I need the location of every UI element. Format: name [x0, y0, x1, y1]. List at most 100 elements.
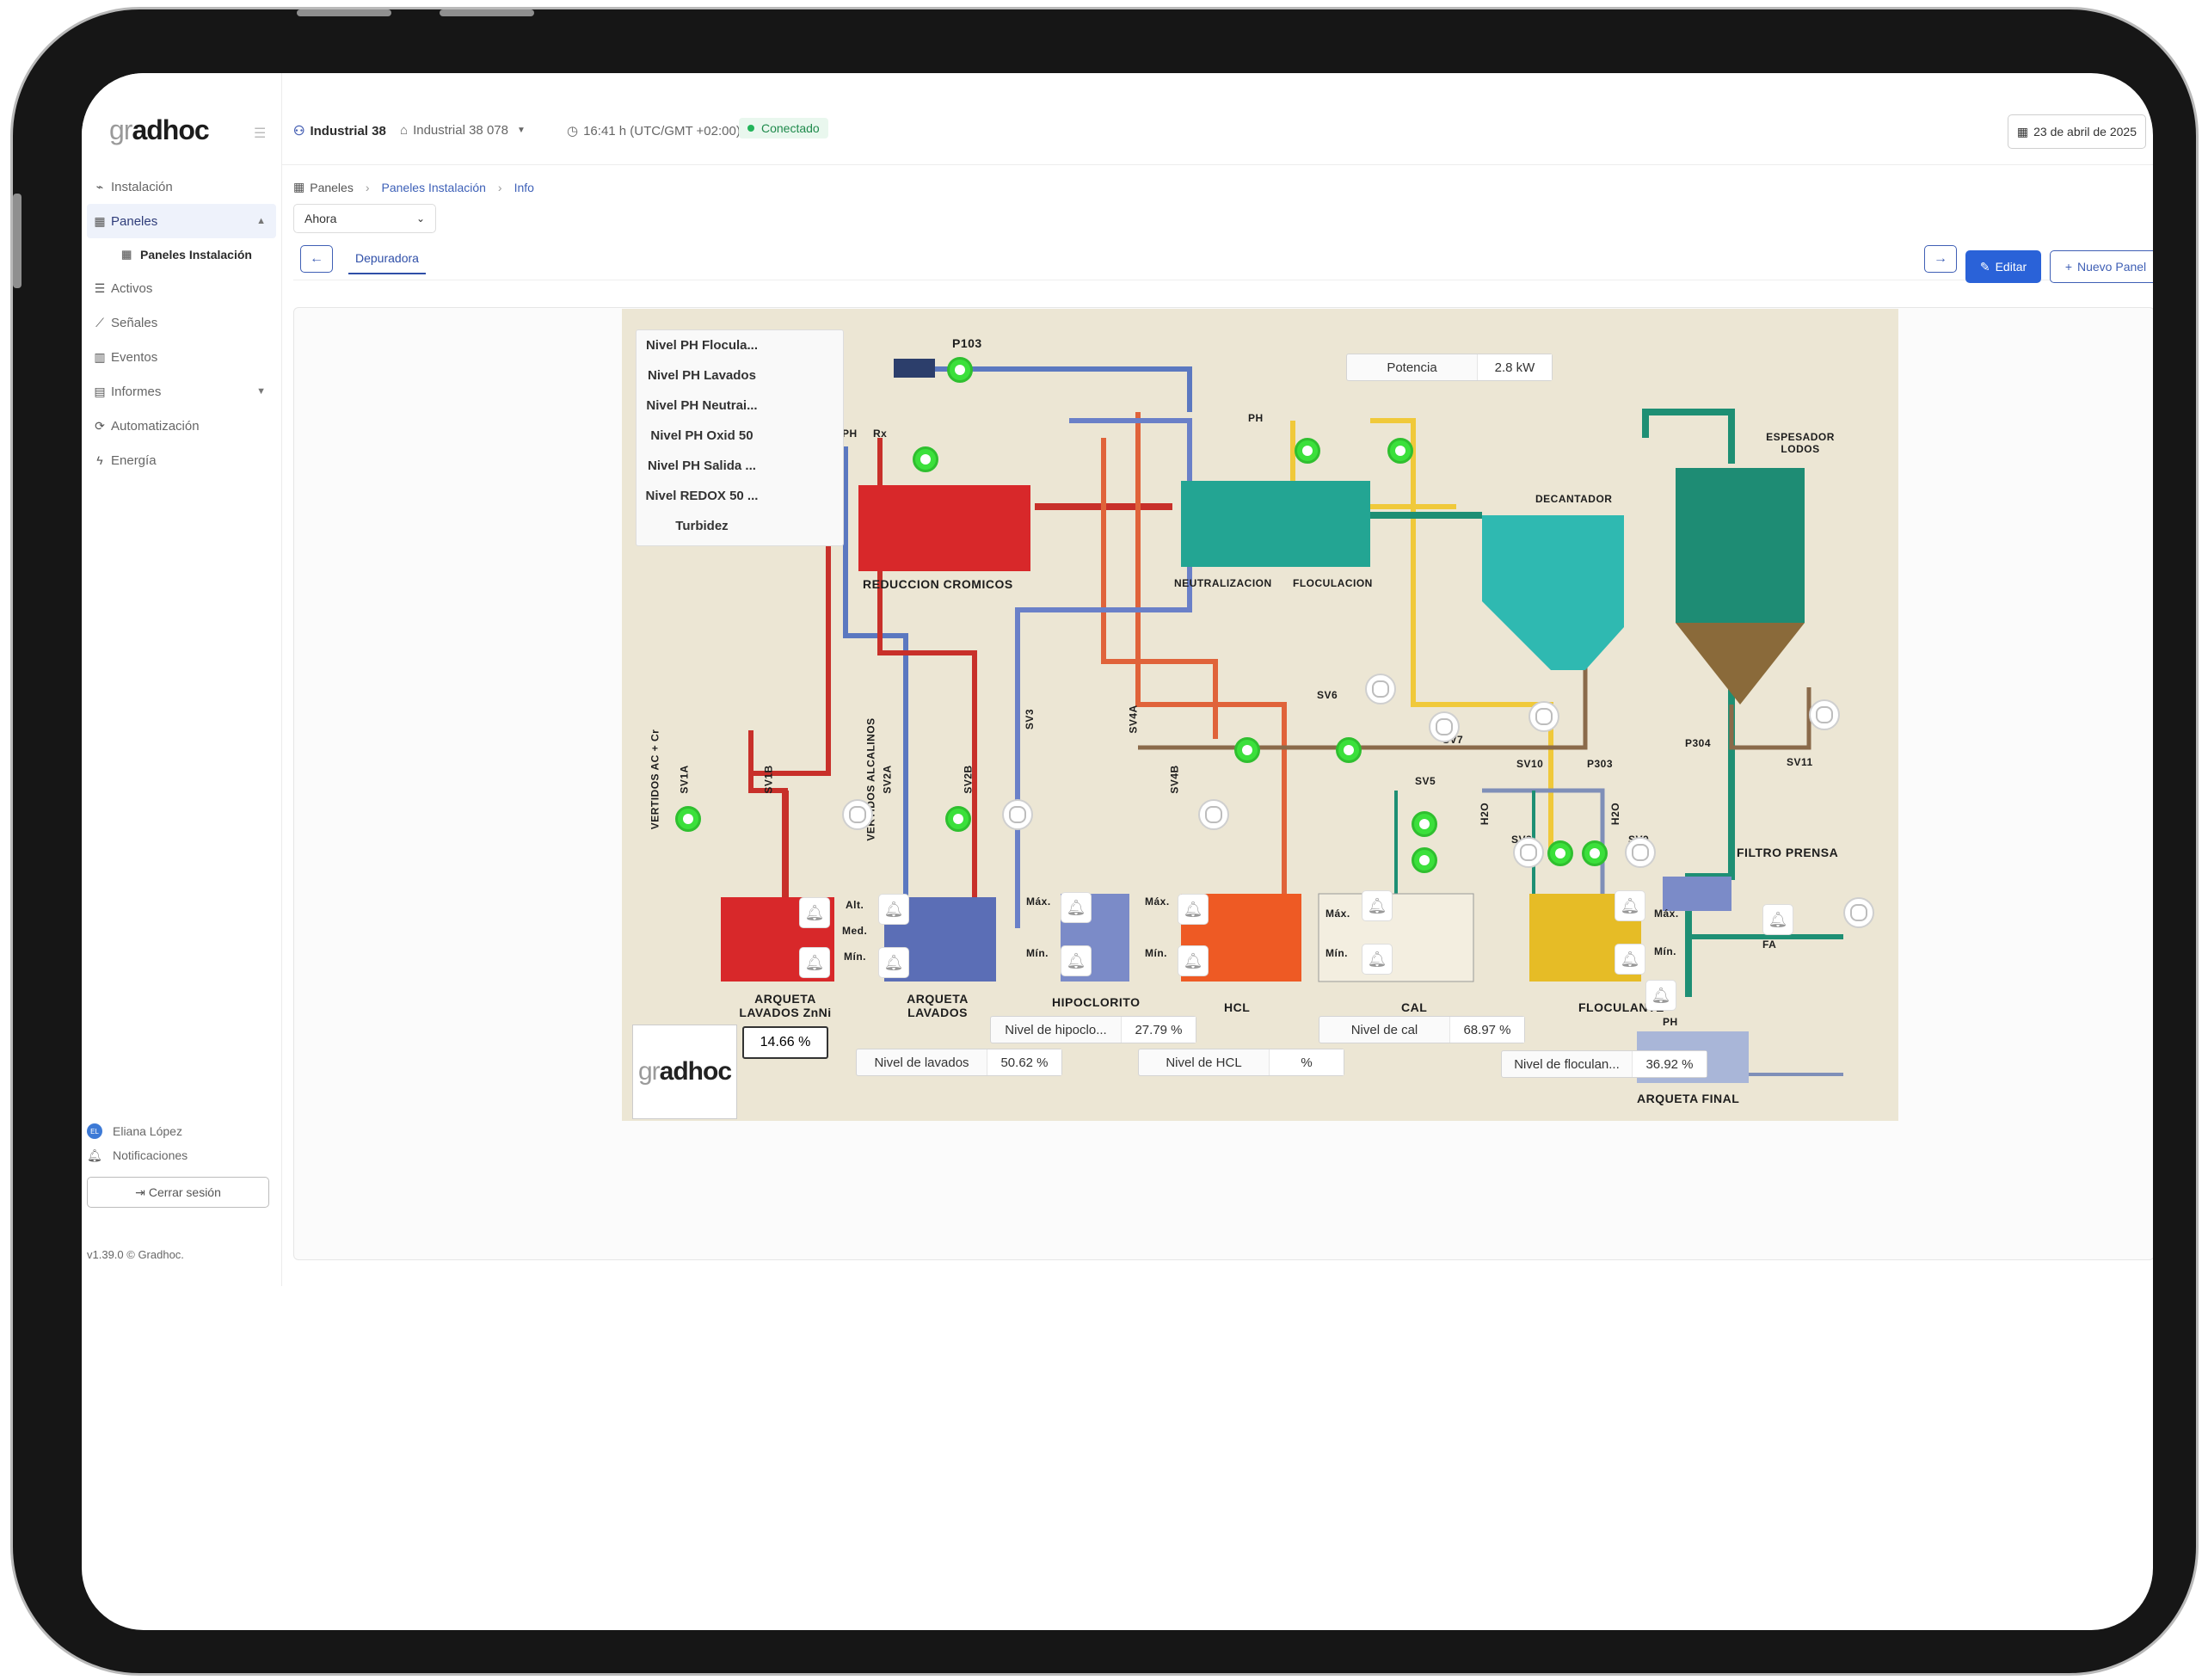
sidebar-item-paneles[interactable]: ▦ Paneles ▲	[87, 204, 276, 238]
reading-lavados[interactable]: Nivel de lavados 50.62 %	[856, 1049, 1062, 1076]
indicator-neutralizacion-on[interactable]	[1295, 438, 1320, 464]
indicator-sv8-on[interactable]	[1547, 840, 1573, 866]
level-alarm-bell-icon[interactable]: 🔔︎	[1645, 980, 1676, 1011]
new-panel-button[interactable]: + Nuevo Panel	[2050, 250, 2153, 283]
indicator-p205-on[interactable]	[1412, 847, 1437, 873]
level-alarm-bell-icon[interactable]: 🔔︎	[878, 894, 909, 925]
sidebar-item-energia[interactable]: ϟ Energía	[87, 443, 276, 477]
indicator-sv8-off[interactable]	[1513, 837, 1544, 868]
date-picker-button[interactable]: ▦ 23 de abril de 2025	[2007, 114, 2146, 149]
level-alarm-bell-icon[interactable]: 🔔︎	[1362, 890, 1393, 921]
connection-status-badge: Conectado	[739, 118, 828, 138]
espesador-tank	[1676, 468, 1805, 623]
reading-cal[interactable]: Nivel de cal 68.97 %	[1319, 1016, 1525, 1043]
sidebar-item-instalacion[interactable]: ⌁ Instalación	[87, 169, 276, 204]
previous-panel-button[interactable]: ←	[300, 245, 333, 273]
period-select[interactable]: Ahora ⌄	[293, 204, 436, 233]
reading-floculante[interactable]: Nivel de floculan... 36.92 %	[1501, 1050, 1707, 1078]
indicator-sv6-off[interactable]	[1365, 674, 1396, 705]
reading-potencia[interactable]: Potencia 2.8 kW	[1346, 354, 1553, 381]
label-decantador: DECANTADOR	[1535, 493, 1613, 505]
list-item[interactable]: Nivel PH Lavados	[637, 360, 843, 391]
org-selector[interactable]: ⚇ Industrial 38	[293, 123, 386, 139]
neutralizacion-tank	[1181, 481, 1370, 567]
indicator-floculacion-on[interactable]	[1387, 438, 1413, 464]
indicator-sv2b-off[interactable]	[1002, 799, 1033, 830]
breadcrumb-paneles-instalacion[interactable]: Paneles Instalación	[382, 181, 486, 194]
level-alarm-bell-icon[interactable]: 🔔︎	[1178, 894, 1209, 925]
indicator-sv10-off[interactable]	[1528, 701, 1559, 732]
breadcrumb-separator-icon: ›	[497, 180, 502, 194]
level-alarm-bell-icon[interactable]: 🔔︎	[1362, 944, 1393, 975]
list-item[interactable]: Nivel PH Flocula...	[637, 330, 843, 360]
level-alarm-bell-icon[interactable]: 🔔︎	[799, 897, 830, 928]
label-max-hcl: Máx.	[1145, 895, 1170, 908]
label-neutralizacion: NEUTRALIZACION	[1174, 577, 1272, 589]
indicator-a201-on[interactable]	[1582, 840, 1608, 866]
label-sv1b: SV1B	[762, 765, 775, 794]
list-item[interactable]: Nivel REDOX 50 ...	[637, 481, 843, 511]
notifications-link[interactable]: 🔔︎ Notificaciones	[87, 1143, 188, 1167]
list-item[interactable]: Nivel PH Neutrai...	[637, 391, 843, 421]
logout-button[interactable]: ⇥ Cerrar sesión	[87, 1177, 269, 1208]
level-alarm-bell-icon[interactable]: 🔔︎	[1615, 890, 1645, 921]
indicator-sv5-on[interactable]	[1412, 811, 1437, 837]
breadcrumb-info[interactable]: Info	[514, 181, 534, 194]
sidebar-item-eventos[interactable]: ▥ Eventos	[87, 340, 276, 374]
next-panel-button[interactable]: →	[1924, 245, 1957, 273]
indicator-sv4a-on[interactable]	[1336, 737, 1362, 763]
level-alarm-bell-icon[interactable]: 🔔︎	[1061, 892, 1092, 923]
tab-depuradora[interactable]: Depuradora	[348, 243, 426, 274]
level-alarm-bell-icon[interactable]: 🔔︎	[878, 947, 909, 978]
label-min-cal: Mín.	[1326, 947, 1348, 959]
level-alarm-bell-icon[interactable]: 🔔︎	[799, 947, 830, 978]
list-item[interactable]: Turbidez	[637, 511, 843, 541]
indicator-sv1a-on[interactable]	[675, 806, 701, 832]
sidebar-subitem-paneles-instalacion[interactable]: ▦ Paneles Instalación	[87, 238, 276, 271]
level-alarm-bell-icon[interactable]: 🔔︎	[1061, 945, 1092, 976]
indicator-sv3-on[interactable]	[1234, 737, 1260, 763]
sidebar-item-senales[interactable]: ⟋ Señales	[87, 305, 276, 340]
sidebar-item-automatizacion[interactable]: ⟳ Automatización	[87, 409, 276, 443]
reading-hcl[interactable]: Nivel de HCL%	[1138, 1049, 1344, 1076]
indicator-reduccion-on[interactable]	[913, 446, 938, 472]
label-sv4a: SV4A	[1127, 705, 1140, 734]
indicator-sv9-off[interactable]	[1625, 837, 1656, 868]
indicator-sv11-off[interactable]	[1809, 699, 1840, 730]
indicator-p103-on[interactable]	[947, 357, 973, 383]
document-icon: ▤	[94, 384, 106, 398]
label-p103: P103	[952, 336, 982, 350]
arqueta-level-readout[interactable]: 14.66 %	[742, 1026, 828, 1059]
label-med: Med.	[842, 925, 868, 937]
list-item[interactable]: Nivel PH Oxid 50	[637, 421, 843, 451]
label-min-floculante: Mín.	[1654, 945, 1676, 957]
sidebar-item-activos[interactable]: ☰ Activos	[87, 271, 276, 305]
grid-icon: ▦	[94, 213, 106, 228]
clock-icon: ◷	[567, 124, 579, 138]
sidebar-item-informes[interactable]: ▤ Informes ▼	[87, 374, 276, 409]
label-ph-reduccion: PH	[842, 428, 858, 440]
indicator-sv2a-on[interactable]	[945, 806, 971, 832]
reading-hipoclorito[interactable]: Nivel de hipoclo... 27.79 %	[990, 1016, 1196, 1043]
indicator-filtro-off[interactable]	[1843, 897, 1874, 928]
site-selector[interactable]: ⌂ Industrial 38 078 ▼	[400, 123, 526, 138]
label-max-cal: Máx.	[1326, 908, 1350, 920]
breadcrumb-paneles[interactable]: Paneles	[310, 181, 354, 194]
level-alarm-bell-icon[interactable]: 🔔︎	[1615, 944, 1645, 975]
level-alarm-bell-icon[interactable]: 🔔︎	[1178, 945, 1209, 976]
user-profile[interactable]: EL Eliana López	[87, 1119, 188, 1143]
level-alarm-bell-icon[interactable]: 🔔︎	[1762, 904, 1793, 935]
collapse-sidebar-icon[interactable]: ☰	[254, 125, 266, 142]
label-max-hipoclorito: Máx.	[1026, 895, 1051, 908]
indicator-sv7-off[interactable]	[1429, 711, 1460, 742]
top-bar: ⚇ Industrial 38 ⌂ Industrial 38 078 ▼ ◷ 16:4…	[281, 73, 2153, 165]
label-max-floculante: Máx.	[1654, 908, 1679, 920]
edit-button[interactable]: ✎ Editar	[1965, 250, 2041, 283]
list-item[interactable]: Nivel PH Salida ...	[637, 451, 843, 481]
app-logo[interactable]: gradhoc	[109, 114, 210, 146]
indicator-sv4b-off[interactable]	[1198, 799, 1229, 830]
tablet-frame: gradhoc ☰ ⌁ Instalación ▦ Paneles ▲ ▦ Panele…	[10, 7, 2199, 1676]
label-sv10: SV10	[1516, 758, 1544, 770]
indicator-sv1b-off[interactable]	[842, 799, 873, 830]
label-arqueta-lavados-znni: ARQUETA LAVADOS ZnNi	[739, 992, 832, 1019]
